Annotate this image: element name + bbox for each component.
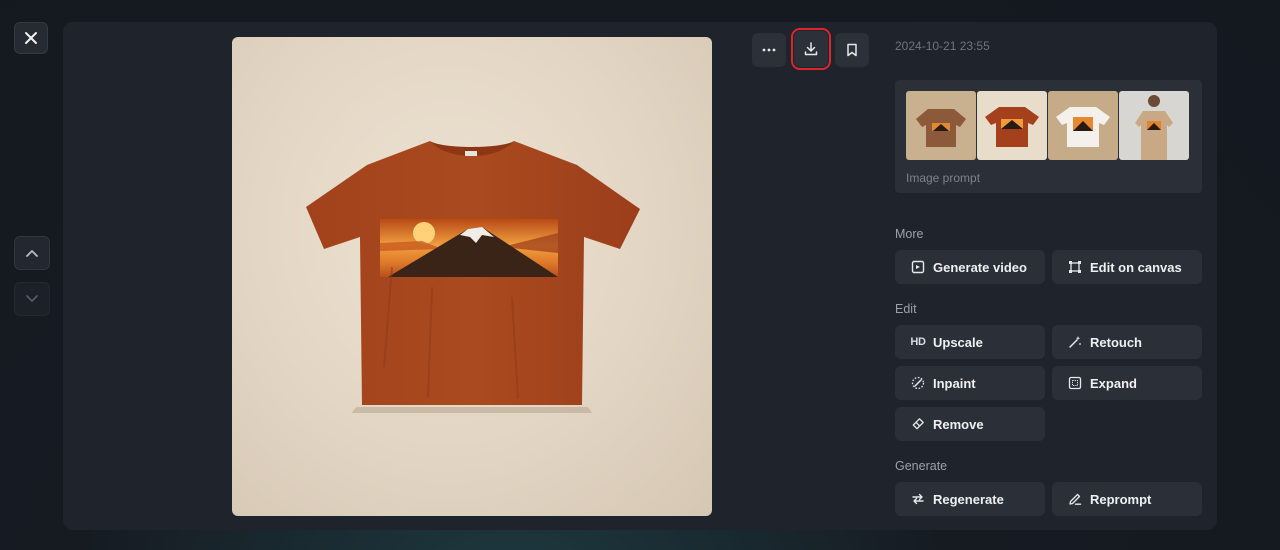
generate-video-button[interactable]: Generate video (895, 250, 1045, 284)
inpaint-label: Inpaint (933, 375, 976, 391)
close-icon (25, 32, 37, 44)
edit-on-canvas-label: Edit on canvas (1090, 259, 1182, 275)
brush-dotted-icon (910, 375, 926, 391)
regenerate-button[interactable]: Regenerate (895, 482, 1045, 516)
inpaint-button[interactable]: Inpaint (895, 366, 1045, 400)
expand-button[interactable]: Expand (1052, 366, 1202, 400)
close-button[interactable] (14, 22, 48, 54)
expand-frame-icon (1067, 375, 1083, 391)
section-more-title: More (895, 227, 924, 241)
bookmark-icon (847, 43, 857, 57)
more-options-button[interactable] (752, 33, 786, 67)
remove-label: Remove (933, 416, 984, 432)
previous-image-button[interactable] (14, 236, 50, 270)
bookmark-button[interactable] (835, 33, 869, 67)
eraser-icon (910, 416, 926, 432)
prompt-thumbnails (906, 91, 1189, 160)
image-prompt-box: Image prompt (895, 80, 1202, 193)
next-image-button[interactable] (14, 282, 50, 316)
magic-wand-icon (1067, 334, 1083, 350)
tshirt-illustration (306, 141, 640, 413)
video-add-icon (910, 259, 926, 275)
regenerate-icon (910, 491, 926, 507)
reprompt-button[interactable]: Reprompt (1052, 482, 1202, 516)
upscale-label: Upscale (933, 334, 983, 350)
chevron-down-icon (26, 295, 38, 302)
download-button[interactable] (791, 28, 831, 70)
retouch-button[interactable]: Retouch (1052, 325, 1202, 359)
canvas-icon (1067, 259, 1083, 275)
regenerate-label: Regenerate (933, 491, 1004, 507)
retouch-label: Retouch (1090, 334, 1142, 350)
pencil-icon (1067, 491, 1083, 507)
expand-label: Expand (1090, 375, 1137, 391)
image-prompt-label: Image prompt (906, 171, 981, 185)
section-generate-title: Generate (895, 459, 948, 473)
section-edit-title: Edit (895, 302, 917, 316)
thumbnail-2[interactable] (977, 91, 1047, 160)
edit-on-canvas-button[interactable]: Edit on canvas (1052, 250, 1202, 284)
generated-image[interactable] (232, 37, 712, 516)
chevron-up-icon (26, 250, 38, 257)
upscale-button[interactable]: HD Upscale (895, 325, 1045, 359)
reprompt-label: Reprompt (1090, 491, 1152, 507)
ellipsis-icon (762, 48, 776, 52)
download-icon (804, 42, 818, 56)
thumbnail-1[interactable] (906, 91, 976, 160)
thumbnail-4[interactable] (1119, 91, 1189, 160)
hd-icon: HD (910, 336, 926, 348)
timestamp: 2024-10-21 23:55 (895, 39, 990, 53)
remove-button[interactable]: Remove (895, 407, 1045, 441)
thumbnail-3[interactable] (1048, 91, 1118, 160)
generate-video-label: Generate video (933, 259, 1027, 275)
